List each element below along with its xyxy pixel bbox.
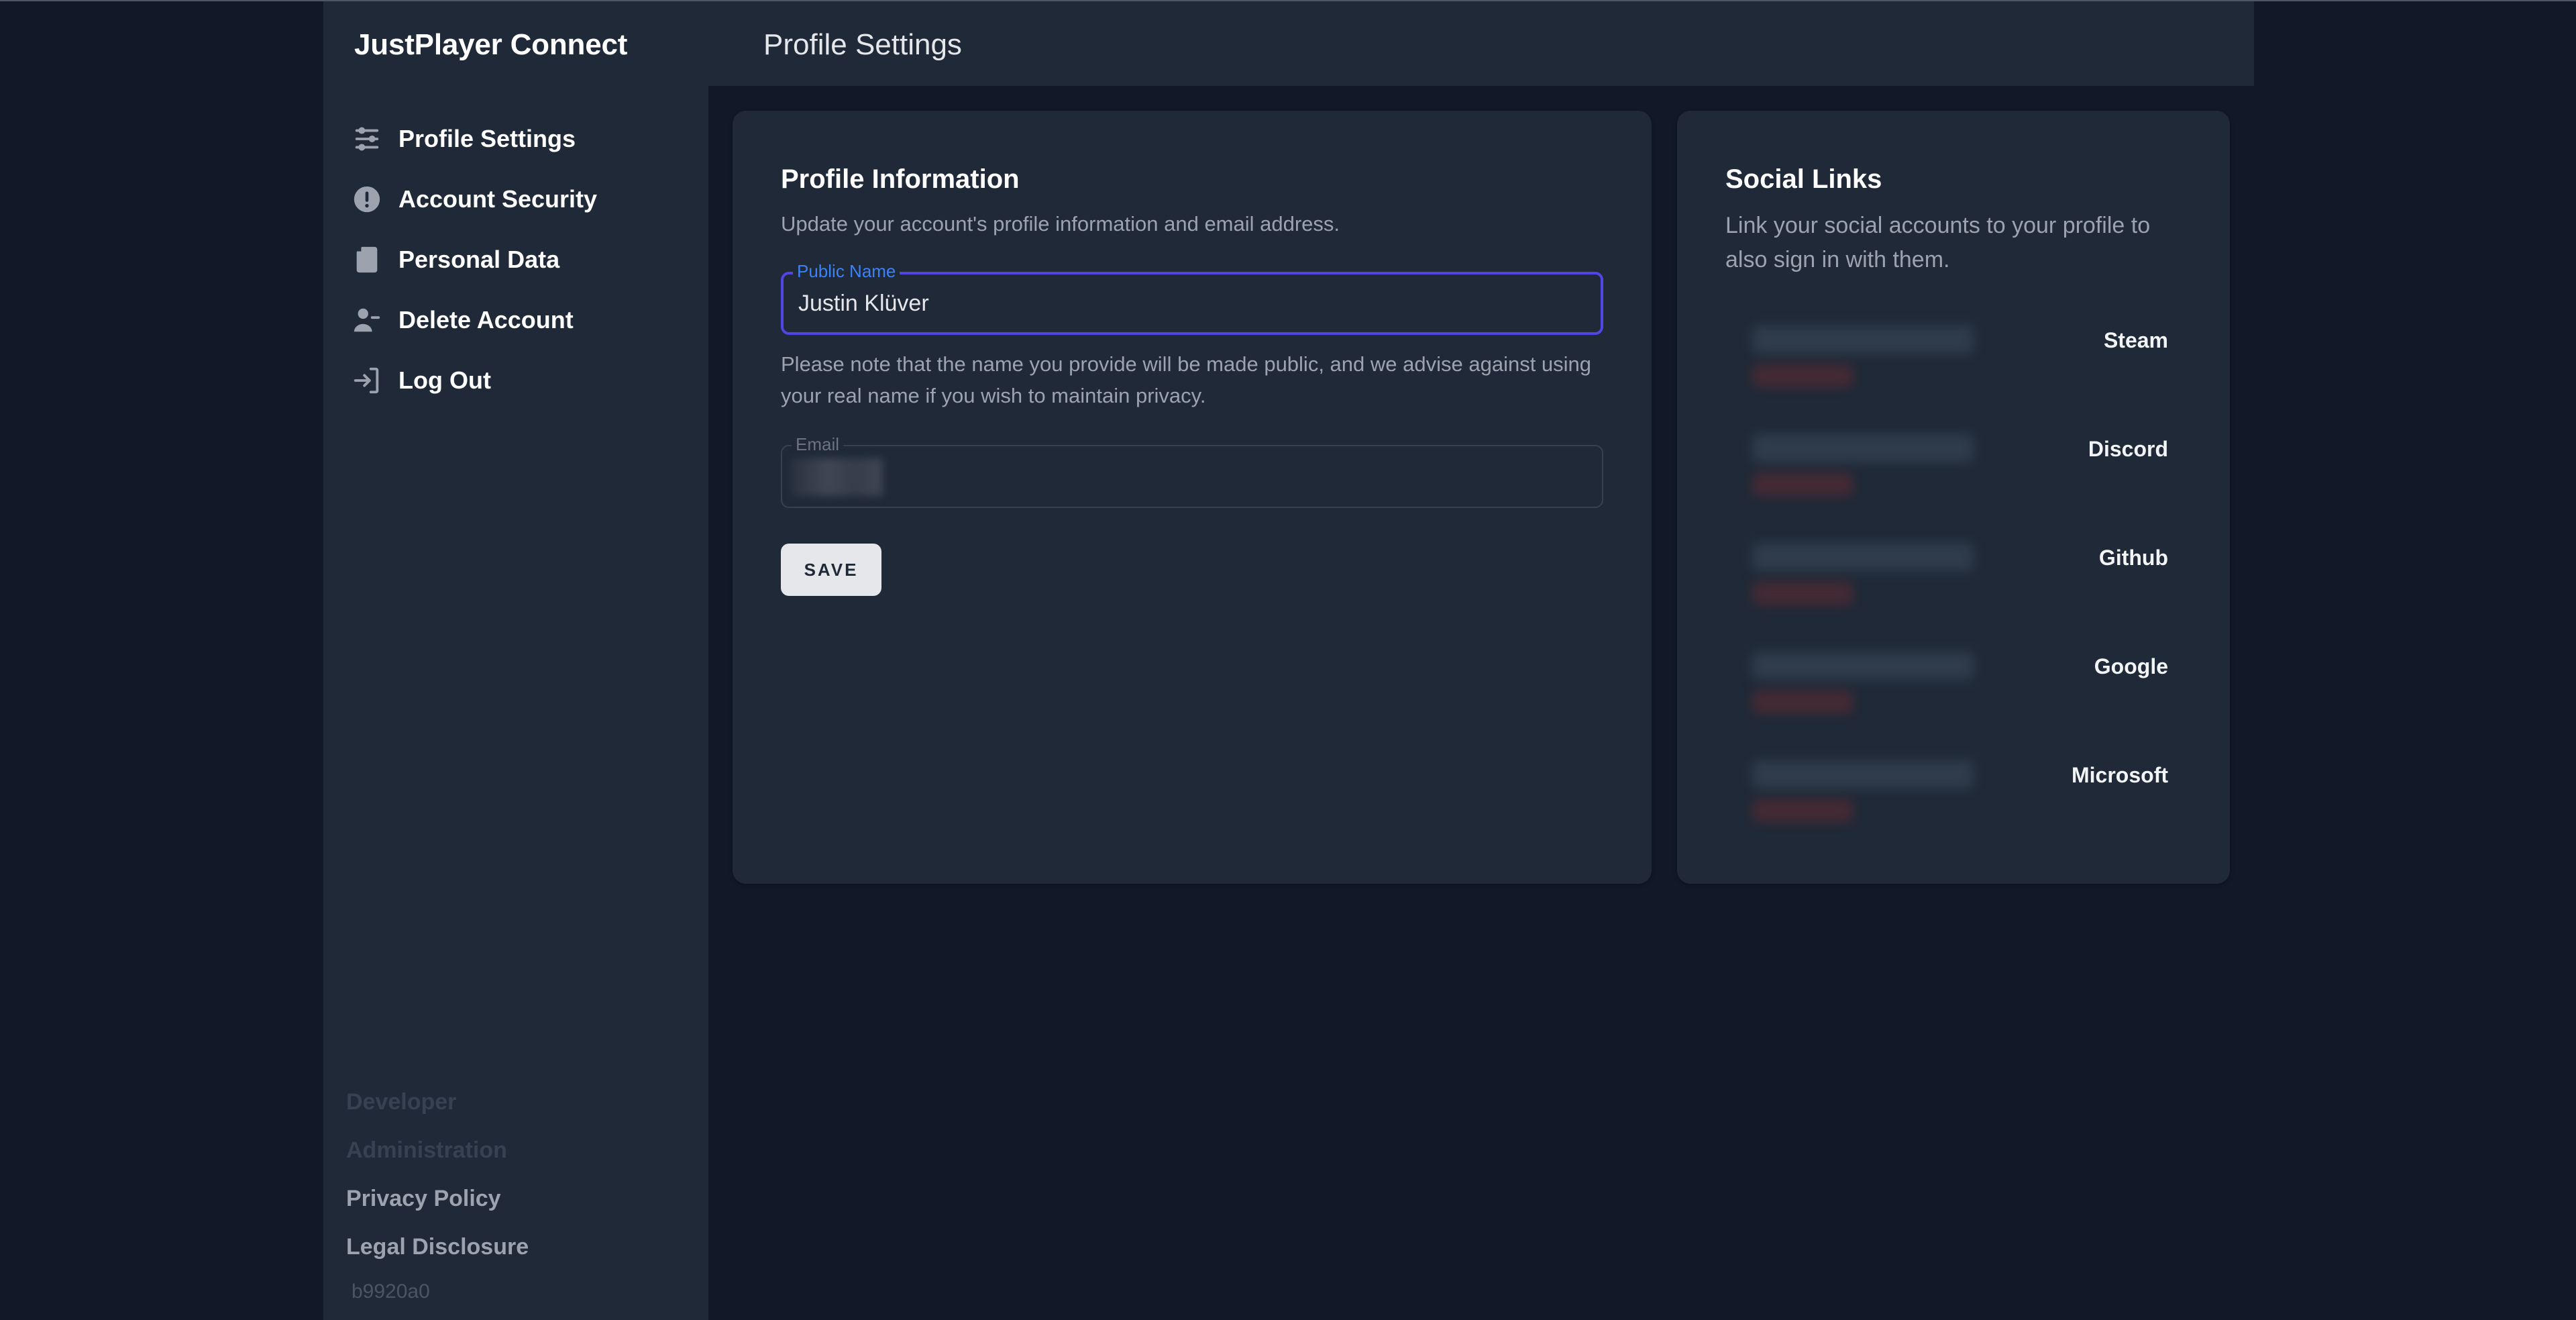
social-link-row-google: Google	[1725, 638, 2168, 747]
footer-link-privacy-policy[interactable]: Privacy Policy	[346, 1178, 529, 1227]
sidebar-item-label: Delete Account	[398, 306, 574, 334]
footer-link-developer: Developer	[346, 1089, 457, 1115]
email-field: Email	[781, 434, 1603, 508]
sidebar-item-label: Account Security	[398, 185, 598, 213]
disconnect-action-obscured[interactable]	[1752, 582, 1853, 605]
sidebar-item-profile-settings[interactable]: Profile Settings	[350, 109, 597, 169]
exclamation-circle-icon	[350, 183, 384, 216]
social-links-title: Social Links	[1725, 164, 1882, 194]
social-link-row-discord: Discord	[1725, 421, 2168, 529]
sidebar: JustPlayer Connect Profile Settings Acco…	[323, 1, 708, 1320]
disconnect-action-obscured[interactable]	[1752, 691, 1853, 713]
sidebar-footer: Developer Administration Privacy Policy …	[346, 1082, 529, 1275]
connection-info-obscured	[1752, 434, 1974, 462]
public-name-help-text: Please note that the name you provide wi…	[781, 352, 1592, 407]
social-link-row-steam: Steam	[1725, 312, 2168, 421]
provider-microsoft[interactable]: Microsoft	[2072, 763, 2168, 788]
provider-steam[interactable]: Steam	[2104, 328, 2168, 353]
connection-info-obscured	[1752, 543, 1974, 571]
provider-discord[interactable]: Discord	[2088, 437, 2168, 462]
disconnect-action-obscured[interactable]	[1752, 799, 1853, 822]
version-hash: b9920a0	[352, 1280, 430, 1303]
sidebar-item-label: Personal Data	[398, 246, 560, 273]
profile-information-title: Profile Information	[781, 164, 1020, 194]
page-header: Profile Settings	[708, 1, 2254, 86]
social-link-row-microsoft: Microsoft	[1725, 747, 2168, 856]
social-link-row-github: Github	[1725, 529, 2168, 638]
public-name-field: Public Name	[781, 261, 1603, 335]
email-input-obscured[interactable]	[790, 458, 883, 496]
sidebar-item-label: Profile Settings	[398, 125, 576, 152]
sidebar-item-label: Log Out	[398, 366, 491, 394]
social-links-subtitle: Link your social accounts to your profil…	[1725, 213, 2151, 272]
sidebar-item-account-security[interactable]: Account Security	[350, 169, 597, 230]
social-links-list: Steam Discord Github Google Microsoft	[1725, 312, 2168, 856]
connection-info-obscured	[1752, 760, 1974, 789]
sidebar-nav: Profile Settings Account Security Person…	[350, 109, 597, 411]
sidebar-item-log-out[interactable]: Log Out	[350, 350, 597, 411]
social-links-card: Social Links Link your social accounts t…	[1677, 111, 2230, 884]
email-label: Email	[792, 434, 844, 454]
logout-icon	[350, 364, 384, 397]
sidebar-item-delete-account[interactable]: Delete Account	[350, 290, 597, 350]
public-name-input[interactable]	[798, 274, 1586, 332]
provider-google[interactable]: Google	[2094, 654, 2168, 679]
connection-info-obscured	[1752, 652, 1974, 680]
profile-information-subtitle: Update your account's profile informatio…	[781, 212, 1340, 236]
disconnect-action-obscured[interactable]	[1752, 473, 1853, 496]
document-icon	[350, 243, 384, 276]
sidebar-item-personal-data[interactable]: Personal Data	[350, 230, 597, 290]
page-title: Profile Settings	[763, 28, 962, 61]
disconnect-action-obscured[interactable]	[1752, 364, 1853, 387]
footer-link-administration: Administration	[346, 1137, 507, 1163]
provider-github[interactable]: Github	[2099, 546, 2168, 570]
connection-info-obscured	[1752, 325, 1974, 354]
sliders-icon	[350, 122, 384, 156]
profile-information-card: Profile Information Update your account'…	[733, 111, 1652, 884]
save-button[interactable]: SAVE	[781, 544, 881, 596]
app-title: JustPlayer Connect	[354, 28, 628, 61]
user-minus-icon	[350, 303, 384, 337]
footer-link-legal-disclosure[interactable]: Legal Disclosure	[346, 1227, 529, 1275]
